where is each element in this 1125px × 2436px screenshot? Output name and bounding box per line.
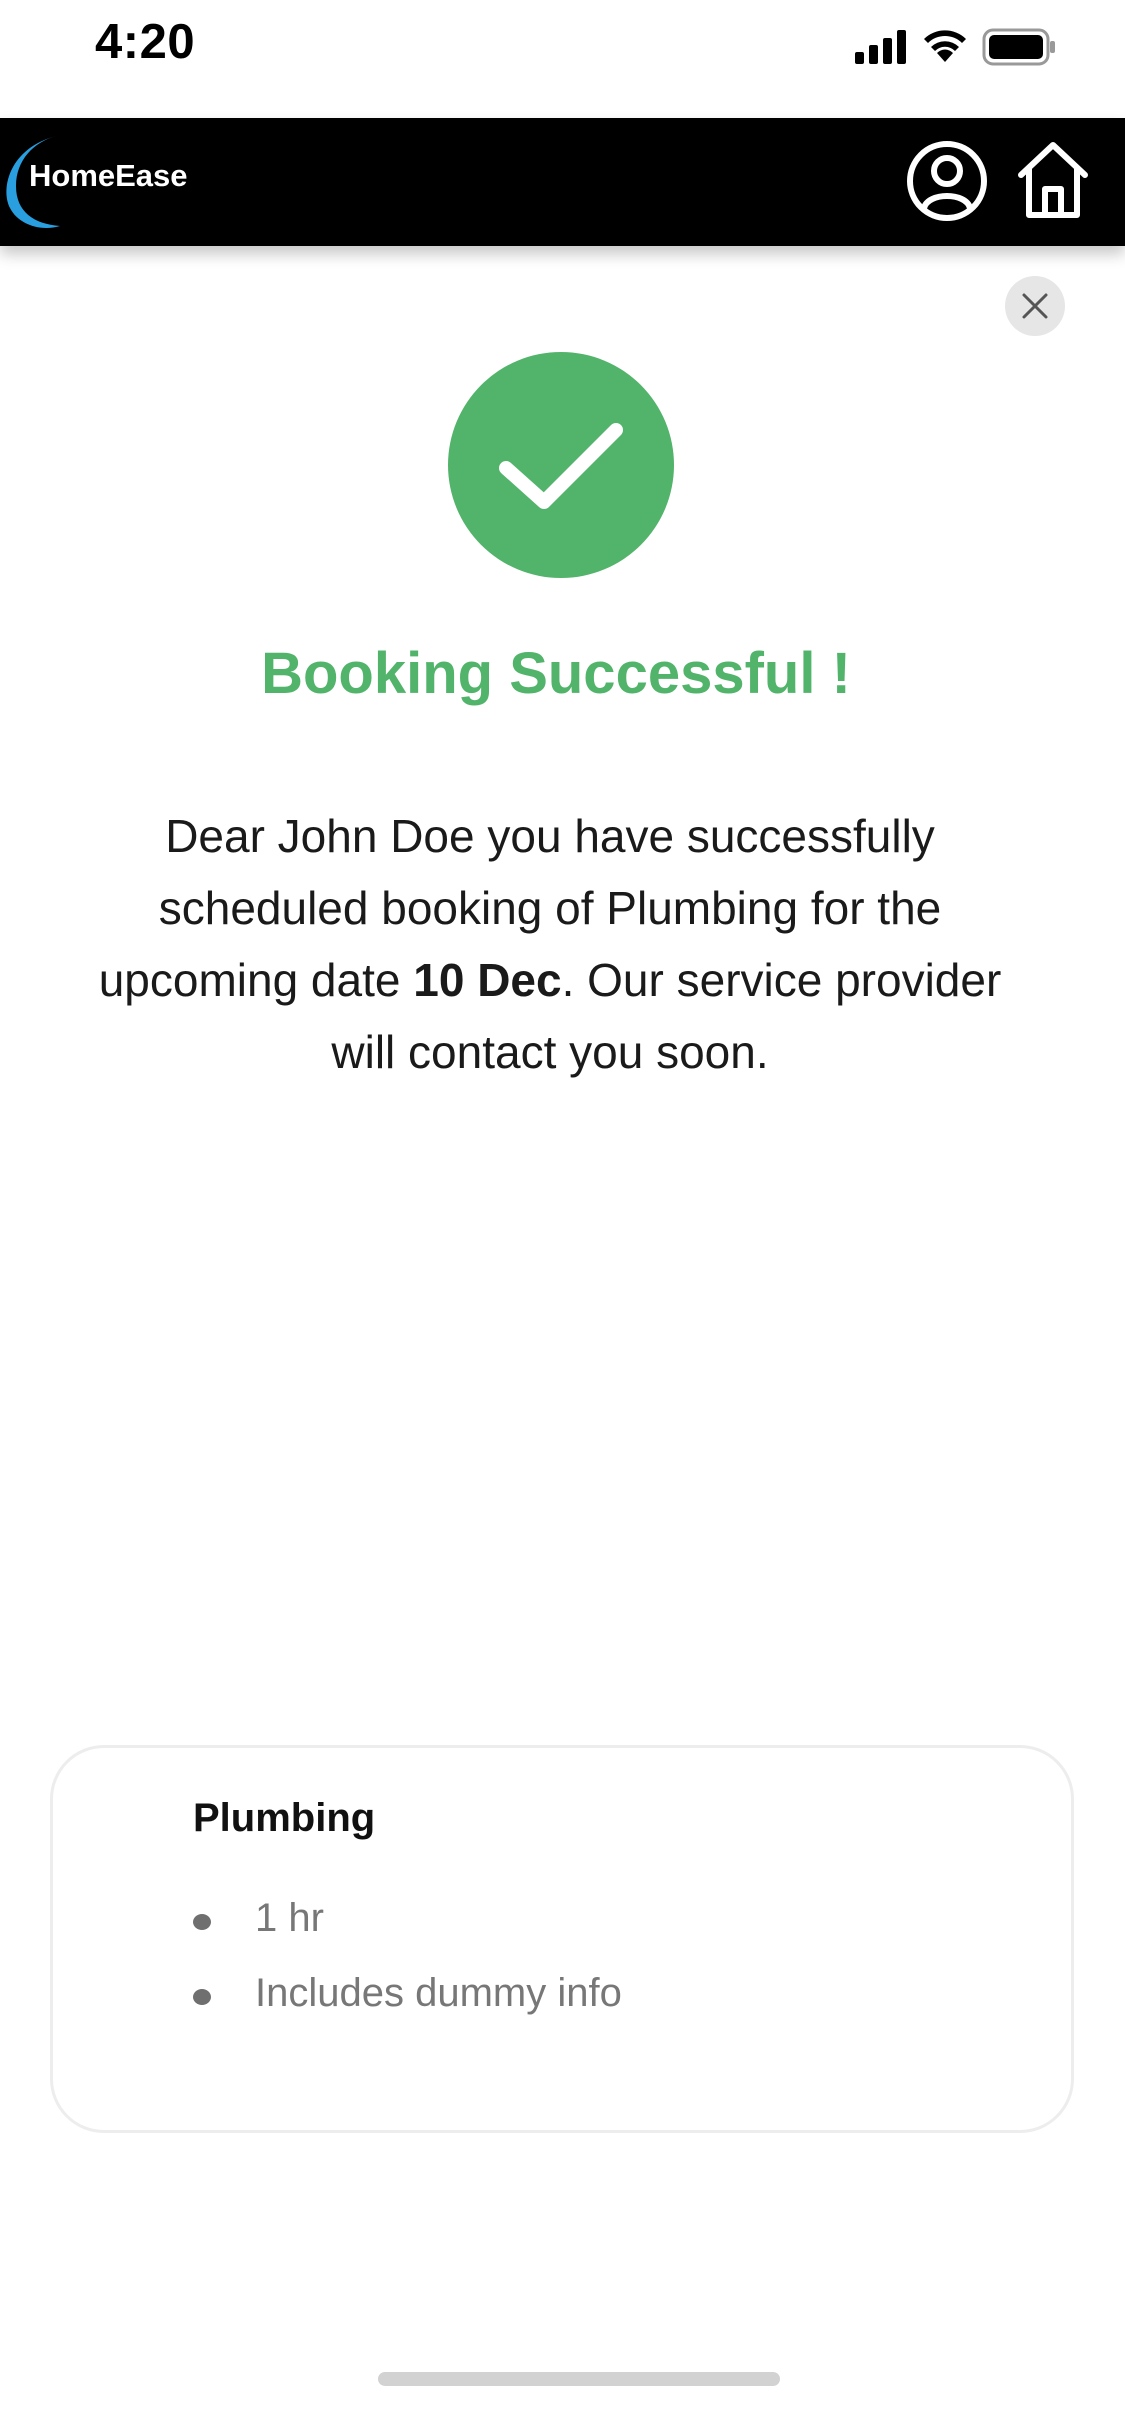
close-icon bbox=[1022, 293, 1048, 319]
status-time: 4:20 bbox=[95, 15, 196, 69]
success-title: Booking Successful ! bbox=[261, 641, 851, 706]
service-summary-card: Plumbing 1 hr Includes dummy info bbox=[50, 1745, 1074, 2133]
service-info: Includes dummy info bbox=[255, 1971, 622, 2015]
profile-icon[interactable] bbox=[904, 138, 990, 224]
app-header: HomeEase bbox=[0, 118, 1125, 246]
home-icon[interactable] bbox=[1015, 137, 1091, 223]
list-item: 1 hr bbox=[193, 1888, 622, 1963]
check-icon bbox=[499, 423, 623, 509]
home-indicator[interactable] bbox=[378, 2372, 780, 2386]
wifi-icon bbox=[924, 30, 966, 62]
app-logo[interactable]: HomeEase bbox=[29, 158, 188, 194]
list-item: Includes dummy info bbox=[193, 1963, 622, 2038]
battery-icon bbox=[982, 28, 1055, 66]
close-button[interactable] bbox=[1005, 276, 1065, 336]
bullet-icon bbox=[193, 1989, 211, 2005]
bullet-icon bbox=[193, 1914, 211, 1930]
service-details-list: 1 hr Includes dummy info bbox=[193, 1888, 622, 2038]
success-check-badge bbox=[448, 352, 674, 578]
success-message: Dear John Doe you have successfully sche… bbox=[90, 800, 1010, 1088]
status-bar: 4:20 bbox=[0, 0, 1125, 118]
service-title: Plumbing bbox=[193, 1796, 376, 1840]
booking-date: 10 Dec bbox=[413, 954, 562, 1006]
service-duration: 1 hr bbox=[255, 1896, 324, 1940]
signal-icon bbox=[855, 30, 906, 64]
